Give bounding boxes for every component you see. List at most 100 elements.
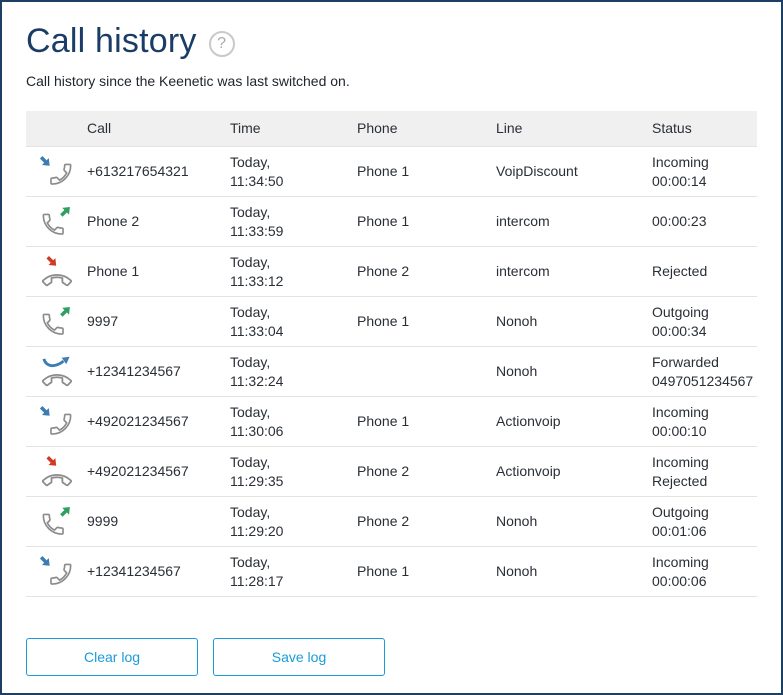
- status-line-2: 00:00:14: [652, 172, 757, 191]
- time-cell: Today,11:33:04: [230, 303, 357, 341]
- time-line-1: Today,: [230, 353, 357, 372]
- phone-cell: Phone 1: [357, 162, 496, 181]
- line-cell: Nonoh: [496, 562, 652, 581]
- table-body: +613217654321Today,11:34:50Phone 1VoipDi…: [26, 147, 757, 597]
- line-cell: intercom: [496, 212, 652, 231]
- call-type-cell: [26, 404, 87, 439]
- call-cell: 9997: [87, 312, 230, 331]
- table-row: +12341234567Today,11:28:17Phone 1NonohIn…: [26, 547, 757, 597]
- phone-cell: Phone 1: [357, 312, 496, 331]
- call-type-cell: [26, 554, 87, 589]
- time-line-2: 11:33:12: [230, 272, 357, 291]
- page-header: Call history ?: [26, 22, 757, 61]
- line-cell: Nonoh: [496, 312, 652, 331]
- time-line-2: 11:29:20: [230, 522, 357, 541]
- call-type-cell: [26, 504, 87, 539]
- header-cell-time: Time: [230, 119, 357, 138]
- time-cell: Today,11:33:59: [230, 203, 357, 241]
- page-subtitle: Call history since the Keenetic was last…: [26, 73, 757, 89]
- table-row: Phone 1Today,11:33:12Phone 2intercomReje…: [26, 247, 757, 297]
- time-line-1: Today,: [230, 453, 357, 472]
- call-cell: Phone 2: [87, 212, 230, 231]
- phone-cell: Phone 1: [357, 212, 496, 231]
- status-line-2: 0497051234567: [652, 372, 757, 391]
- time-line-1: Today,: [230, 203, 357, 222]
- status-cell: 00:00:23: [652, 212, 757, 231]
- status-line-1: Incoming: [652, 403, 757, 422]
- call-type-cell: [26, 354, 87, 389]
- status-cell: Incoming00:00:14: [652, 153, 757, 191]
- table-row: Phone 2Today,11:33:59Phone 1intercom00:0…: [26, 197, 757, 247]
- status-line-1: Rejected: [652, 262, 757, 281]
- time-line-2: 11:30:06: [230, 422, 357, 441]
- time-line-1: Today,: [230, 553, 357, 572]
- call-type-cell: [26, 254, 87, 289]
- time-line-1: Today,: [230, 253, 357, 272]
- line-cell: Nonoh: [496, 362, 652, 381]
- time-cell: Today,11:34:50: [230, 153, 357, 191]
- clear-log-button[interactable]: Clear log: [26, 638, 198, 676]
- time-cell: Today,11:33:12: [230, 253, 357, 291]
- header-cell-status: Status: [652, 119, 757, 138]
- status-line-2: 00:00:10: [652, 422, 757, 441]
- incoming-call-icon: [38, 154, 76, 189]
- time-line-1: Today,: [230, 153, 357, 172]
- status-line-1: Incoming: [652, 453, 757, 472]
- table-row: 9999Today,11:29:20Phone 2NonohOutgoing00…: [26, 497, 757, 547]
- status-line-2: Rejected: [652, 472, 757, 491]
- phone-cell: Phone 2: [357, 262, 496, 281]
- page-title: Call history: [26, 22, 197, 61]
- status-cell: Rejected: [652, 262, 757, 281]
- time-line-2: 11:32:24: [230, 372, 357, 391]
- status-line-1: 00:00:23: [652, 212, 757, 231]
- call-type-cell: [26, 454, 87, 489]
- outgoing-call-icon: [38, 304, 76, 339]
- line-cell: Nonoh: [496, 512, 652, 531]
- status-cell: Outgoing00:00:34: [652, 303, 757, 341]
- line-cell: Actionvoip: [496, 462, 652, 481]
- header-cell-line: Line: [496, 119, 652, 138]
- rejected-call-icon: [38, 454, 76, 489]
- status-line-1: Forwarded: [652, 353, 757, 372]
- status-cell: Incoming00:00:10: [652, 403, 757, 441]
- status-line-2: 00:00:34: [652, 322, 757, 341]
- time-line-1: Today,: [230, 303, 357, 322]
- time-line-2: 11:29:35: [230, 472, 357, 491]
- status-line-1: Outgoing: [652, 303, 757, 322]
- time-cell: Today,11:32:24: [230, 353, 357, 391]
- status-cell: Forwarded0497051234567: [652, 353, 757, 391]
- table-row: +613217654321Today,11:34:50Phone 1VoipDi…: [26, 147, 757, 197]
- outgoing-call-icon: [38, 504, 76, 539]
- status-line-1: Incoming: [652, 153, 757, 172]
- status-line-2: 00:00:06: [652, 572, 757, 591]
- time-line-1: Today,: [230, 403, 357, 422]
- phone-cell: Phone 2: [357, 512, 496, 531]
- call-cell: +12341234567: [87, 562, 230, 581]
- phone-cell: Phone 1: [357, 412, 496, 431]
- time-cell: Today,11:30:06: [230, 403, 357, 441]
- call-cell: +613217654321: [87, 162, 230, 181]
- status-line-1: Outgoing: [652, 503, 757, 522]
- call-cell: Phone 1: [87, 262, 230, 281]
- save-log-button[interactable]: Save log: [213, 638, 385, 676]
- status-line-1: Incoming: [652, 553, 757, 572]
- time-cell: Today,11:29:20: [230, 503, 357, 541]
- call-cell: +492021234567: [87, 462, 230, 481]
- call-type-cell: [26, 304, 87, 339]
- line-cell: Actionvoip: [496, 412, 652, 431]
- call-type-cell: [26, 204, 87, 239]
- call-type-cell: [26, 154, 87, 189]
- incoming-call-icon: [38, 404, 76, 439]
- table-row: +492021234567Today,11:29:35Phone 2Action…: [26, 447, 757, 497]
- line-cell: intercom: [496, 262, 652, 281]
- help-icon[interactable]: ?: [209, 31, 235, 57]
- call-history-table: Call Time Phone Line Status +61321765432…: [26, 111, 757, 597]
- outgoing-call-icon: [38, 204, 76, 239]
- time-line-2: 11:33:04: [230, 322, 357, 341]
- call-cell: +12341234567: [87, 362, 230, 381]
- line-cell: VoipDiscount: [496, 162, 652, 181]
- time-cell: Today,11:28:17: [230, 553, 357, 591]
- table-row: +492021234567Today,11:30:06Phone 1Action…: [26, 397, 757, 447]
- call-cell: +492021234567: [87, 412, 230, 431]
- header-cell-phone: Phone: [357, 119, 496, 138]
